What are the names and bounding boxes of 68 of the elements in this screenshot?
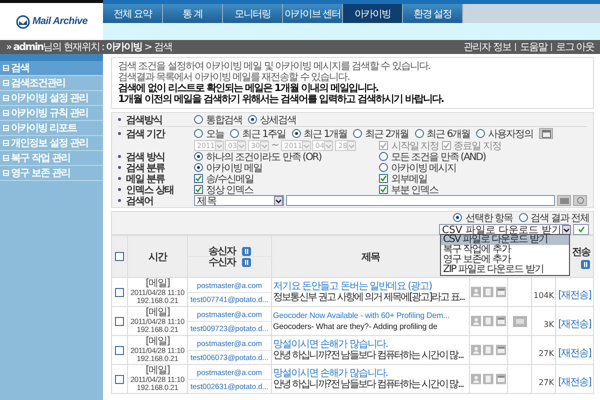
notice-text: 검색결과 목록에서 아카이빙 메일를 재전송할 수 있습니다. [118,72,350,83]
nav-tab[interactable]: 통 계 [163,4,223,23]
checkbox-label: 부분 인덱스 [391,184,438,196]
subject-link[interactable]: 저기요 돈안들고 돈버는 일반데요 (광고) [273,281,432,292]
radio-label: 사용자정의 [488,128,534,140]
field-label: 검색어 [126,194,153,208]
mail-type: [메일] [146,279,170,289]
column-header: 송신자 [208,245,236,257]
column-header: 시간 [148,252,166,262]
field-label: 검색 기간 [126,128,164,140]
radio-label: 모든 조건을 만족 (AND) [391,150,486,164]
header-link[interactable]: 도움말 [520,40,547,54]
mail-type: [메일] [146,308,170,318]
subject-link[interactable]: 망설이시면 손해가 많습니다. [273,339,388,350]
nav-tab[interactable]: 아카이브 센터 [283,4,343,23]
subject-link[interactable]: Geocoder Now Available - with 60+ Profiling Dem... [273,310,450,321]
breadcrumb: » admin님의 현재위치 : 아카이빙 > 검색 [6,41,172,54]
radio-label: 오늘 [206,128,224,140]
mail-size: 3K [544,320,554,328]
radio-label: 최근 6개월 [426,128,470,140]
checkbox-label: 송/수신메일 [206,172,254,186]
header-link[interactable]: 관리자 정보 [464,40,511,54]
radio-label: 아카이빙 메일 [206,162,262,174]
notice-text: 검색 조건을 설정하여 아카이빙 메일 및 아카이빙 메시지를 검색할 수 있습니다. [118,61,431,72]
checkbox-label: 외부메일 [391,172,427,186]
mail-size: 27K [538,378,554,386]
logo-text: Mail Archive [32,16,88,27]
field-label: 검색 분류 [126,162,164,174]
radio-label: 통합검색 [206,114,242,126]
radio-label: 최근 1주일 [242,128,286,140]
column-header: 전송 [572,246,590,258]
header-link[interactable]: 로그 아웃 [556,40,594,54]
mail-size: 27K [538,348,554,358]
radio-label: 최근 1개월 [304,128,348,140]
action-select[interactable]: CSV 파일로 다운로드 받기 [439,224,569,235]
nav-tab[interactable]: 환경 설정 [403,4,463,23]
checkbox-label: 정상 인덱스 [206,184,254,196]
radio-label: 아카이빙 메시지 [391,162,456,174]
range-separator: ~ [271,140,278,151]
nav-tab[interactable]: 전체 요약 [103,4,163,23]
menu-item[interactable]: CSV 파일로 다운로드 받기 [441,235,569,245]
notice-text: 1개월 이전의 메일을 검색하기 위해서는 검색어를 입력하고 검색하시기 바랍니다. [118,94,445,105]
checkbox-label: 종료일 지정 [454,140,501,152]
column-header: 수신자 [208,256,236,269]
radio-label: 검색 결과 전체 [530,212,589,224]
field-label: 검색 방식 [126,150,164,162]
mail-preview: 정보통신부 권고 사항에 의거 제목에[광고]라고 표... [273,292,464,303]
mail-type: [메일] [146,337,170,347]
subject-link[interactable]: 망설이시면 손해가 많습니다. [273,368,388,379]
column-header: 제목 [362,252,380,262]
checkbox-label: 시작일 지정 [391,140,439,152]
nav-tab[interactable]: 모니터링 [223,4,283,23]
field-label: 검색방식 [126,114,162,126]
radio-label: 상세검색 [260,114,296,126]
radio-label: 하나의 조건이라도 만족 (OR) [206,150,322,164]
mail-type: [메일] [146,366,170,376]
nav-tab[interactable]: 아카이빙 [343,4,403,23]
notice-text: 검색에 없이 리스트로 확인되는 메일은 1개월 이내의 메일입니다. [118,83,380,94]
sidebar-item[interactable]: 검색 [0,61,103,76]
mail-preview: 안녕 하십니까?전 남들보다 컴퓨터하는 시간이 많... [273,350,464,361]
field-select[interactable]: 제목 [194,195,284,206]
field-label: 인덱스 상태 [126,184,174,196]
radio-label: 선택한 항목 [465,212,513,224]
field-label: 메일 분류 [126,172,164,184]
mail-size: 104K [533,290,554,300]
mail-preview: Geocoders- What are they?- Adding profiling de [273,321,438,332]
mail-preview: 안녕 하십니까?전 남들보다 컴퓨터하는 시간이 많... [273,379,464,390]
radio-label: 최근 2개월 [365,128,409,140]
